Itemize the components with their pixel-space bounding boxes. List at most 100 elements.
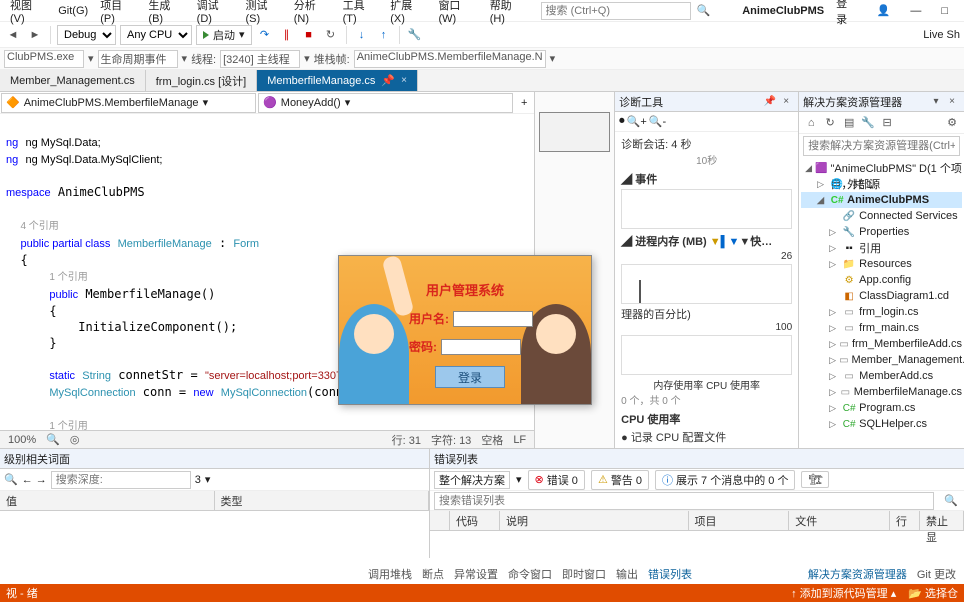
stackframe-label: 堆栈帧:: [314, 51, 350, 67]
diag-record-icon[interactable]: ⏺: [619, 115, 625, 128]
pin-icon[interactable]: 📌: [381, 74, 395, 87]
toolbox-icon[interactable]: 🔧: [406, 26, 424, 44]
col-value[interactable]: 值: [0, 491, 215, 510]
collapse-icon[interactable]: ⊟: [879, 115, 895, 131]
locals-title: 级别相关词面: [4, 451, 70, 467]
password-label: 密码:: [409, 338, 437, 355]
global-search-input[interactable]: [541, 2, 691, 20]
start-debug-button[interactable]: 启动 ▾: [196, 25, 252, 45]
separator: [399, 26, 400, 44]
close-tab-icon[interactable]: ×: [401, 75, 407, 86]
source-control[interactable]: ↑ 添加到源代码管理 ▴: [791, 585, 896, 601]
gc-chart[interactable]: [621, 335, 792, 375]
tab-memberfilemanage[interactable]: MemberfileManage.cs📌×: [257, 70, 418, 91]
pin-icon[interactable]: 📌: [763, 95, 777, 109]
locals-search-input[interactable]: [51, 471, 191, 489]
step-out-icon[interactable]: ↑: [375, 26, 393, 44]
repo-select[interactable]: 📂 选择仓: [908, 585, 958, 601]
tab-immediate[interactable]: 即时窗口: [562, 566, 606, 582]
member-nav-combo[interactable]: 🟣MoneyAdd() ▾: [258, 93, 513, 113]
pause-icon[interactable]: ∥: [278, 26, 296, 44]
status-ready: 视 - 绪: [6, 585, 38, 601]
restart-icon[interactable]: ↻: [322, 26, 340, 44]
tab-command[interactable]: 命令窗口: [508, 566, 552, 582]
maximize-button[interactable]: □: [935, 3, 954, 19]
close-icon[interactable]: ×: [945, 95, 959, 109]
errors-pill[interactable]: ⊗错误 0: [528, 470, 585, 490]
password-input[interactable]: [441, 339, 521, 355]
nav-back-icon[interactable]: ◄: [4, 26, 22, 44]
settings-icon[interactable]: ⚙: [944, 115, 960, 131]
live-share[interactable]: Live Sh: [923, 29, 960, 41]
platform-combo[interactable]: Any CPU: [120, 25, 192, 45]
messages-pill[interactable]: ⓘ展示 7 个消息中的 0 个: [655, 470, 795, 490]
thread-combo[interactable]: [3240] 主线程: [220, 50, 300, 68]
events-chart[interactable]: [621, 189, 792, 229]
solution-tree[interactable]: ◢🟪解决方案 "AnimeClubPMS" D(1 个项目，共 1 ▷🌐外部源 …: [799, 158, 964, 448]
no-issues: ◎: [70, 433, 80, 446]
search-icon[interactable]: 🔍: [691, 2, 717, 19]
memory-chart[interactable]: [621, 264, 792, 304]
user-icon[interactable]: 👤: [871, 2, 897, 19]
solution-search-input[interactable]: [803, 136, 960, 156]
menu-analyze[interactable]: 分析(N): [288, 0, 337, 27]
stackframe-combo[interactable]: AnimeClubPMS.MemberfileManage.N: [354, 50, 546, 68]
diag-zoom-out-icon[interactable]: 🔍-: [649, 115, 666, 128]
tab-exceptions[interactable]: 异常设置: [454, 566, 498, 582]
home-icon[interactable]: ⌂: [803, 115, 819, 131]
spaces: 空格: [481, 432, 503, 448]
menu-view[interactable]: 视图(V): [4, 0, 52, 27]
tab-breakpoints[interactable]: 断点: [422, 566, 444, 582]
menu-git[interactable]: Git(G): [52, 3, 94, 19]
col-type[interactable]: 类型: [215, 491, 430, 510]
process-combo[interactable]: ClubPMS.exe: [4, 50, 84, 68]
showall-icon[interactable]: ▤: [841, 115, 857, 131]
nav-fwd-icon[interactable]: ►: [26, 26, 44, 44]
class-nav-combo[interactable]: 🔶AnimeClubPMS.MemberfileManage ▾: [1, 93, 256, 113]
diag-session: 诊断会话: 4 秒: [621, 136, 792, 152]
line-ending: LF: [513, 434, 526, 446]
login-button[interactable]: 登录: [435, 366, 505, 388]
errors-title: 错误列表: [434, 451, 478, 467]
solution-title: 解决方案资源管理器: [803, 94, 902, 110]
tab-member-management[interactable]: Member_Management.cs: [0, 70, 146, 91]
menu-debug[interactable]: 调试(D): [191, 0, 240, 27]
minimize-button[interactable]: —: [904, 3, 927, 19]
login-dialog: 用户管理系统 用户名: 密码: 登录: [338, 255, 592, 405]
step-into-icon[interactable]: ↓: [353, 26, 371, 44]
menu-build[interactable]: 生成(B): [142, 0, 190, 27]
close-icon[interactable]: ×: [779, 95, 793, 109]
tab-solution-explorer[interactable]: 解决方案资源管理器: [808, 566, 907, 582]
errors-search-input[interactable]: [434, 492, 934, 510]
menu-window[interactable]: 窗口(W): [432, 0, 483, 27]
tab-frm-login[interactable]: frm_login.cs [设计]: [146, 70, 257, 91]
pin-icon[interactable]: ▾: [929, 95, 943, 109]
sync-icon[interactable]: ↻: [822, 115, 838, 131]
search-icon[interactable]: 🔍: [4, 473, 18, 486]
menu-test[interactable]: 测试(S): [240, 0, 288, 27]
lifecycle-combo[interactable]: 生命周期事件: [98, 50, 178, 68]
warnings-pill[interactable]: ⚠警告 0: [591, 470, 649, 490]
project-node[interactable]: ◢C#AnimeClubPMS: [801, 192, 962, 208]
diag-zoom-in-icon[interactable]: 🔍+: [627, 115, 647, 128]
tab-callstack[interactable]: 调用堆栈: [368, 566, 412, 582]
properties-icon[interactable]: 🔧: [860, 115, 876, 131]
stop-icon[interactable]: ■: [300, 26, 318, 44]
dialog-title: 用户管理系统: [339, 280, 591, 299]
config-combo[interactable]: Debug: [57, 25, 116, 45]
menu-extensions[interactable]: 扩展(X): [384, 0, 432, 27]
scope-combo[interactable]: 整个解决方案: [434, 471, 510, 489]
menu-project[interactable]: 项目(P): [94, 0, 142, 27]
step-over-icon[interactable]: ↷: [256, 26, 274, 44]
tab-errorlist[interactable]: 错误列表: [648, 566, 692, 582]
add-icon[interactable]: +: [514, 97, 534, 109]
build-filter[interactable]: 🏗: [801, 471, 829, 488]
username-label: 用户名:: [409, 310, 449, 327]
menu-tools[interactable]: 工具(T): [337, 0, 385, 27]
tab-git-changes[interactable]: Git 更改: [917, 566, 956, 582]
menu-help[interactable]: 帮助(H): [484, 0, 533, 27]
sign-in-link[interactable]: 登录: [830, 0, 863, 29]
depth-combo[interactable]: 3: [195, 474, 201, 486]
username-input[interactable]: [453, 311, 533, 327]
tab-output[interactable]: 输出: [616, 566, 638, 582]
